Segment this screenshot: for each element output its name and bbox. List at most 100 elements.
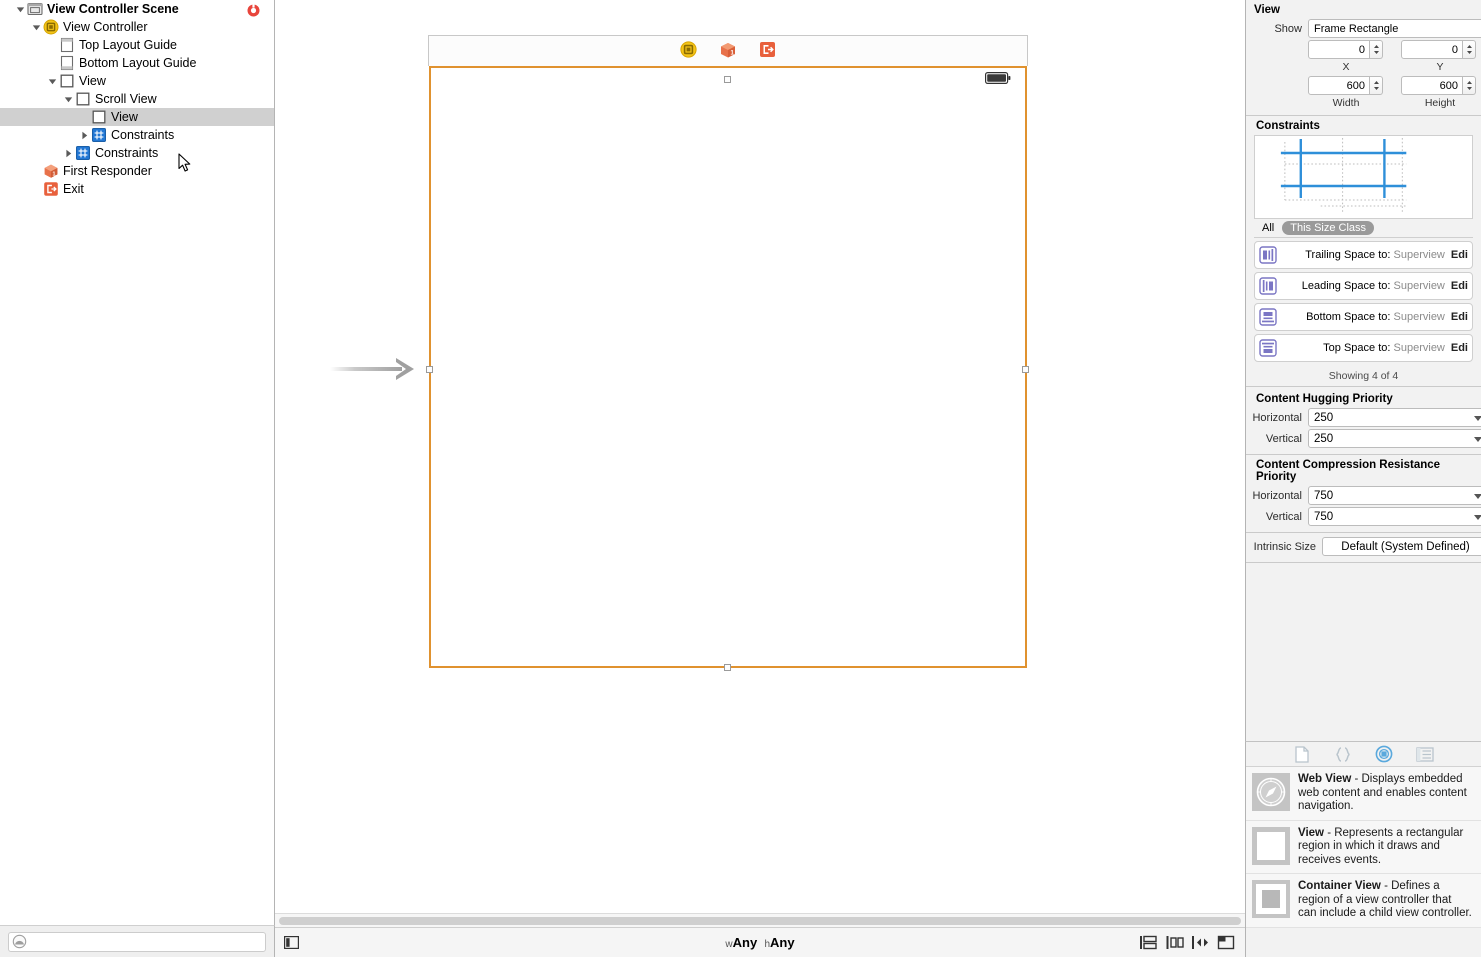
size-class-height-value: Any	[770, 935, 795, 950]
outline-row-label: View	[111, 110, 138, 124]
align-button[interactable]	[1161, 932, 1187, 954]
width-stepper-arrows[interactable]	[1370, 76, 1383, 95]
inspector-title: View	[1254, 4, 1280, 16]
outline-row-view-controller[interactable]: View Controller	[0, 18, 274, 36]
outline-row-first-responder[interactable]: 1 First Responder	[0, 162, 274, 180]
width-stepper[interactable]: 600	[1308, 76, 1383, 95]
container-view-icon	[1252, 880, 1290, 918]
outline-row-top-layout-guide[interactable]: Top Layout Guide	[0, 36, 274, 54]
outline-row-constraints[interactable]: Constraints	[0, 126, 274, 144]
resize-handle-bottom[interactable]	[724, 664, 731, 671]
constraint-edit-button[interactable]: Edi	[1451, 280, 1468, 292]
media-library-tab[interactable]	[1415, 745, 1435, 763]
compression-vertical-select[interactable]: 750	[1308, 507, 1481, 526]
disclosure-triangle-down[interactable]	[62, 90, 75, 108]
scope-this-size-class[interactable]: This Size Class	[1282, 221, 1375, 235]
scene-icon	[27, 1, 43, 17]
constraint-row[interactable]: Leading Space to: Superview Edi	[1254, 272, 1473, 300]
constraint-edit-button[interactable]: Edi	[1451, 249, 1468, 261]
view-controller-icon[interactable]	[680, 41, 697, 61]
canvas-horizontal-scrollbar[interactable]	[275, 913, 1245, 927]
error-badge-icon[interactable]	[247, 4, 260, 17]
storyboard-canvas[interactable]: 1	[275, 0, 1245, 913]
compression-vertical-label: Vertical	[1265, 510, 1302, 523]
view-controller-icon	[43, 19, 59, 35]
show-value: Frame Rectangle	[1314, 22, 1399, 35]
constraint-row[interactable]: Trailing Space to: Superview Edi	[1254, 241, 1473, 269]
disclosure-triangle-right[interactable]	[62, 144, 75, 162]
size-class-indicator[interactable]: wAny hAny	[275, 935, 1245, 950]
constraint-scope-toggle[interactable]: All This Size Class	[1254, 219, 1473, 238]
view-controller-scene[interactable]: 1	[426, 35, 1029, 671]
outline-row-view[interactable]: View	[0, 72, 274, 90]
size-inspector-panel[interactable]: View Show Frame Rectangle 0 0 X Y 600 60…	[1245, 0, 1481, 741]
constraint-edit-button[interactable]: Edi	[1451, 311, 1468, 323]
constraints-showing-count: Showing 4 of 4	[1246, 365, 1481, 387]
resize-handle-right[interactable]	[1022, 366, 1029, 373]
outline-filter-field[interactable]	[8, 931, 266, 952]
first-responder-icon[interactable]: 1	[719, 41, 737, 62]
disclosure-triangle-down[interactable]	[30, 18, 43, 36]
disclosure-triangle-down[interactable]	[46, 72, 59, 90]
constraint-target: Superview	[1393, 342, 1445, 354]
outline-row-scroll-view[interactable]: Scroll View	[0, 90, 274, 108]
x-field[interactable]: 0	[1308, 40, 1370, 59]
hugging-horizontal-select[interactable]: 250	[1308, 408, 1481, 427]
view-controller-frame[interactable]	[429, 66, 1027, 668]
constraints-diagram[interactable]	[1254, 135, 1473, 219]
library-item[interactable]: Container View - Defines a region of a v…	[1246, 874, 1481, 928]
pin-button[interactable]	[1187, 932, 1213, 954]
height-field[interactable]: 600	[1401, 76, 1463, 95]
hugging-vertical-label: Vertical	[1265, 432, 1302, 445]
constraint-list[interactable]: Trailing Space to: Superview Edi Leading S…	[1246, 241, 1481, 362]
x-stepper-arrows[interactable]	[1370, 40, 1383, 59]
outline-row-exit[interactable]: Exit	[0, 180, 274, 198]
library-item-title: View	[1298, 826, 1324, 839]
disclosure-triangle-down[interactable]	[14, 0, 27, 18]
top-space-constraint-icon	[1259, 339, 1277, 357]
y-stepper[interactable]: 0	[1401, 40, 1476, 59]
constraint-edit-button[interactable]: Edi	[1451, 342, 1468, 354]
width-field[interactable]: 600	[1308, 76, 1370, 95]
document-outline-panel[interactable]: View Controller Scene View Controller Top …	[0, 0, 275, 925]
library-item-text: View - Represents a rectangular region i…	[1298, 827, 1473, 868]
resize-handle-top[interactable]	[724, 76, 731, 83]
library-tab-bar[interactable]	[1246, 742, 1481, 767]
outline-row-view-controller-scene[interactable]: View Controller Scene	[0, 0, 274, 18]
library-item-list[interactable]: Web View - Displays embedded web content…	[1246, 767, 1481, 928]
constraint-row[interactable]: Bottom Space to: Superview Edi	[1254, 303, 1473, 331]
resolve-issues-button[interactable]	[1213, 932, 1239, 954]
chevron-down-icon	[1474, 436, 1481, 442]
library-item[interactable]: Web View - Displays embedded web content…	[1246, 767, 1481, 821]
file-template-library-tab[interactable]	[1292, 745, 1312, 763]
code-snippet-library-tab[interactable]	[1333, 745, 1353, 763]
show-combo[interactable]: Frame Rectangle	[1308, 19, 1481, 38]
scene-dock[interactable]: 1	[428, 35, 1028, 66]
resize-handle-left[interactable]	[426, 366, 433, 373]
object-library-panel[interactable]: Web View - Displays embedded web content…	[1245, 741, 1481, 957]
compression-horizontal-select[interactable]: 750	[1308, 486, 1481, 505]
hugging-vertical-select[interactable]: 250	[1308, 429, 1481, 448]
outline-row-constraints[interactable]: Constraints	[0, 144, 274, 162]
outline-row-bottom-layout-guide[interactable]: Bottom Layout Guide	[0, 54, 274, 72]
object-library-tab[interactable]	[1374, 745, 1394, 763]
stack-button[interactable]	[1135, 932, 1161, 954]
constraint-row[interactable]: Top Space to: Superview Edi	[1254, 334, 1473, 362]
outline-row-view[interactable]: View	[0, 108, 274, 126]
outline-filter-input[interactable]	[27, 934, 265, 949]
y-field[interactable]: 0	[1401, 40, 1463, 59]
height-stepper-arrows[interactable]	[1463, 76, 1476, 95]
height-stepper[interactable]: 600	[1401, 76, 1476, 95]
x-stepper[interactable]: 0	[1308, 40, 1383, 59]
canvas-scrollbar-thumb[interactable]	[279, 916, 1241, 925]
filter-icon	[12, 934, 27, 949]
disclosure-triangle-right[interactable]	[78, 126, 91, 144]
height-sublabel: Height	[1424, 97, 1456, 109]
library-item[interactable]: View - Represents a rectangular region i…	[1246, 820, 1481, 874]
y-stepper-arrows[interactable]	[1463, 40, 1476, 59]
constraints-icon	[91, 127, 107, 143]
intrinsic-size-select[interactable]: Default (System Defined)	[1322, 537, 1481, 556]
exit-icon[interactable]	[759, 41, 776, 61]
compression-vertical-value: 750	[1314, 510, 1334, 523]
scope-all[interactable]: All	[1254, 221, 1282, 235]
